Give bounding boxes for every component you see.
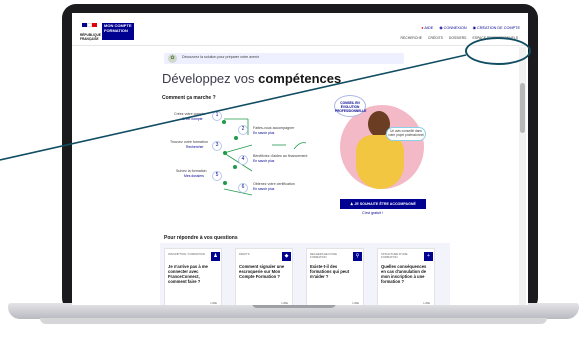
nav-item-search[interactable]: RECHERCHE	[401, 36, 422, 40]
step-label-3: Trouvez votre formation	[170, 140, 208, 144]
step-link-1[interactable]: Créer compte	[182, 117, 203, 121]
step-label-4: Bénéficiez d'aides au financement	[253, 154, 308, 158]
step-dot-icon	[223, 181, 227, 185]
user-plus-icon: ◉	[472, 26, 476, 30]
advisor-body	[356, 135, 404, 189]
faq-card-read-link[interactable]: LIRE	[281, 301, 288, 305]
advice-bubble: Un avis conseillé dans votre projet prof…	[386, 127, 426, 141]
laptop-screen: RÉPUBLIQUE FRANÇAISE MON COMPTE FORMATIO…	[72, 13, 528, 305]
step-circle-5: 5	[212, 171, 222, 181]
page-title: Développez vos compétences	[162, 71, 342, 86]
marianne-logo-icon	[82, 23, 98, 33]
step-circle-2: 2	[238, 125, 248, 135]
step-dot-icon	[223, 151, 227, 155]
login-link[interactable]: ◉ CONNEXION	[439, 25, 466, 30]
step-link-4[interactable]: En savoir plus	[253, 159, 274, 163]
faq-card-category: Droits	[239, 252, 250, 256]
step-circle-3: 3	[212, 141, 222, 151]
how-it-works-title: Comment ça marche ?	[162, 95, 216, 101]
faq-card-category: Inscription / formation	[168, 252, 205, 256]
shield-icon: ◆	[282, 252, 291, 261]
person-icon: ♟	[211, 252, 220, 261]
faq-card-question: Existe-t-il des formations qui peut m'ai…	[310, 264, 350, 279]
top-links: ● AIDE ◉ CONNEXION ◉ CRÉATION DE COMPTE	[421, 25, 520, 31]
faq-card-question: Comment signaler une escroquerie sur Mon…	[239, 264, 285, 279]
plus-icon: +	[424, 252, 433, 261]
cep-badge: CONSEIL EN ÉVOLUTION PROFESSIONNELLE	[334, 95, 366, 117]
step-link-3[interactable]: Rechercher	[186, 145, 204, 149]
step-circle-1: 1	[212, 111, 222, 121]
step-dot-icon	[233, 165, 237, 169]
faq-card[interactable]: Inscription / formation ♟ Je n'arrive pa…	[164, 248, 222, 305]
scrollbar-thumb[interactable]	[520, 83, 525, 133]
faq-card-read-link[interactable]: LIRE	[352, 301, 359, 305]
help-link[interactable]: ● AIDE	[421, 26, 433, 30]
faq-card-category: Recherche d'une formation	[310, 252, 337, 260]
step-link-5[interactable]: Mes dossiers	[184, 174, 204, 178]
faq-card-question: Je n'arrive pas à me connecter avec Fran…	[168, 264, 208, 284]
nav-item-credits[interactable]: CRÉDITS	[428, 36, 443, 40]
create-account-link[interactable]: ◉ CRÉATION DE COMPTE	[473, 25, 520, 30]
step-label-2: Faites-vous accompagner	[253, 126, 295, 130]
faq-card-category: Structure d'une formation	[381, 252, 408, 260]
header-divider	[72, 45, 528, 46]
step-label-5: Suivez la formation	[176, 169, 207, 173]
leaf-icon: ✿	[168, 54, 177, 63]
laptop-shadow	[40, 318, 547, 324]
faq-card[interactable]: Structure d'une formation + Quelles cons…	[377, 248, 435, 305]
step-circle-4: 4	[238, 155, 248, 165]
faq-card-read-link[interactable]: LIRE	[423, 301, 430, 305]
step-dot-icon	[234, 136, 238, 140]
step-label-6: Obtenez votre certification	[253, 182, 295, 186]
step-dot-icon	[222, 120, 226, 124]
faq-card-read-link[interactable]: LIRE	[210, 301, 217, 305]
faq-title: Pour répondre à vos questions	[164, 235, 238, 241]
user-icon: ◉	[439, 26, 443, 30]
get-support-button[interactable]: ♟ JE SOUHAITE ÊTRE ACCOMPAGNÉ	[340, 199, 426, 209]
search-icon: ⚲	[353, 252, 362, 261]
nav-item-files[interactable]: DOSSIERS	[449, 36, 467, 40]
step-link-6[interactable]: En savoir plus	[253, 187, 274, 191]
banner-text: Découvrez la solution pour préparer votr…	[182, 55, 259, 59]
step-link-2[interactable]: En savoir plus	[253, 131, 274, 135]
step-circle-6: 6	[238, 183, 248, 193]
step-label-1: Créez votre compte	[174, 112, 206, 116]
brand-logo[interactable]: MON COMPTE FORMATION	[102, 23, 134, 40]
highlight-ring	[465, 37, 531, 65]
faq-card-question: Quelles conséquences en cas d'annulation…	[381, 264, 427, 284]
free-note: C'est gratuit !	[362, 211, 384, 215]
faq-card[interactable]: Droits ◆ Comment signaler une escroqueri…	[235, 248, 293, 305]
faq-card[interactable]: Recherche d'une formation ⚲ Existe-t-il …	[306, 248, 364, 305]
